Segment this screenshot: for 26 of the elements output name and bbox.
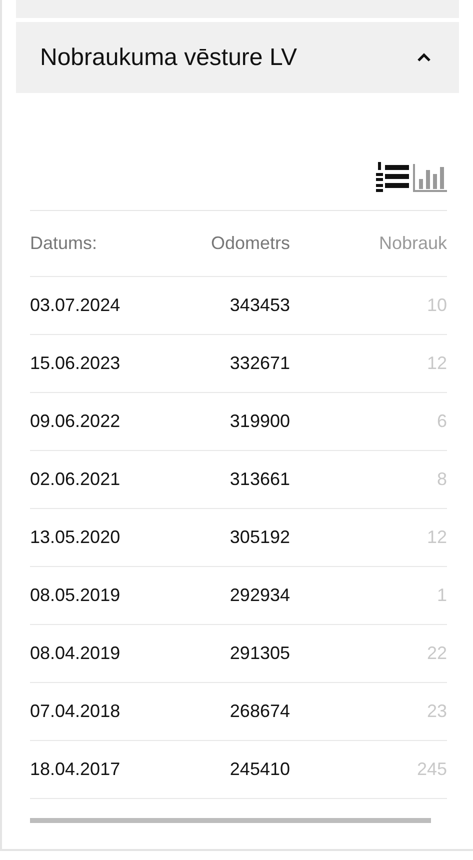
table-cell-text: 245410 [228, 759, 290, 780]
table-cell-text: 09.06.2022 [30, 411, 122, 432]
numbered-list-icon[interactable] [375, 162, 409, 192]
column-header: Nobrauk [378, 233, 447, 254]
table-cell-text: 08.04.2019 [30, 643, 122, 664]
table-cell-text: 02.06.2021 [30, 469, 122, 490]
table-cell-text: 319900 [228, 411, 290, 432]
table-cell-text: 18.04.2017 [30, 759, 122, 780]
table-cell-text: 305192 [228, 527, 290, 548]
table-cell-text: 343453 [228, 295, 290, 316]
table-cell-text: 268674 [228, 701, 290, 722]
chevron-icon[interactable] [417, 53, 431, 62]
table-cell-text: 313661 [228, 469, 290, 490]
table-cell-text: 07.04.2018 [30, 701, 122, 722]
section-header[interactable]: Nobraukuma vēsture LV [16, 22, 459, 93]
table-cell-text: 291305 [228, 643, 290, 664]
table-cell-text: 332671 [228, 353, 290, 374]
horizontal-scrollbar[interactable] [30, 818, 431, 823]
table-cell-text: 292934 [228, 585, 290, 606]
section-title: Nobraukuma vēsture LV [40, 44, 298, 72]
table-cell-text: 08.05.2019 [30, 585, 122, 606]
table-cell-text: 13.05.2020 [30, 527, 122, 548]
table-cell-text: 15.06.2023 [30, 353, 122, 374]
column-header: Odometrs [210, 233, 290, 254]
column-header: Datums: [30, 233, 98, 254]
table-cell-text: 03.07.2024 [30, 295, 122, 316]
